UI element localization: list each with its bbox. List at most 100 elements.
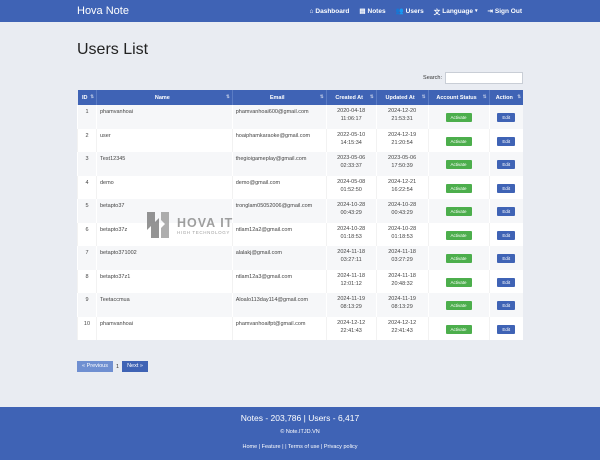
nav-sign-out[interactable]: ⇥ Sign Out bbox=[487, 7, 522, 16]
users-table: ID ⇅ Name ⇅ Email ⇅ Created At ⇅ Updated At ⇅… bbox=[77, 90, 523, 340]
cell-id: 10 bbox=[77, 316, 97, 340]
cell-created: 2024-10-28 00:43:29 bbox=[325, 199, 377, 223]
footer-stats: Notes - 203,786 | Users - 6,417 bbox=[240, 413, 360, 423]
cell-id: 9 bbox=[77, 293, 97, 317]
table-row: 10 phamvanhoai phamvanhoaifpt@gmail.com … bbox=[77, 316, 523, 340]
cell-created: 2024-11-18 03:27:11 bbox=[325, 246, 377, 270]
search-label: Search: bbox=[423, 75, 442, 81]
cell-name: user bbox=[95, 128, 233, 152]
cell-id: 6 bbox=[77, 222, 97, 246]
activate-button[interactable]: Activate bbox=[445, 113, 472, 123]
nav-language-dropdown[interactable]: 文 Language ▾ bbox=[433, 6, 478, 17]
table-row: 7 betapto371002 alalakj@gmail.com 2024-1… bbox=[77, 246, 523, 270]
col-header-updated[interactable]: Updated At ⇅ bbox=[375, 90, 429, 105]
cell-updated: 2024-12-12 22:41:43 bbox=[375, 316, 429, 340]
main-content: Users List Search: ID ⇅ Name ⇅ Email ⇅ Crea… bbox=[77, 22, 523, 372]
cell-status: Activate bbox=[427, 222, 489, 246]
cell-action: Edit bbox=[488, 199, 523, 223]
sort-icon: ⇅ bbox=[421, 94, 426, 99]
cell-status: Activate bbox=[427, 293, 489, 317]
pagination: « Previous 1 Next » bbox=[77, 361, 148, 372]
cell-action: Edit bbox=[488, 246, 523, 270]
search-input[interactable] bbox=[445, 72, 523, 84]
chevron-down-icon: ▾ bbox=[474, 8, 478, 14]
edit-button[interactable]: Edit bbox=[497, 136, 516, 146]
nav-users-label: Users bbox=[405, 7, 424, 15]
col-header-id[interactable]: ID ⇅ bbox=[77, 90, 97, 105]
col-header-action[interactable]: Action ⇅ bbox=[488, 90, 523, 105]
sort-icon: ⇅ bbox=[319, 94, 324, 99]
activate-button[interactable]: Activate bbox=[445, 230, 472, 240]
table-header-row: ID ⇅ Name ⇅ Email ⇅ Created At ⇅ Updated At ⇅… bbox=[77, 90, 523, 105]
watermark-subtitle: HIGH TECHNOLOGY bbox=[177, 229, 230, 235]
activate-button[interactable]: Activate bbox=[445, 301, 472, 311]
edit-button[interactable]: Edit bbox=[497, 230, 516, 240]
cell-updated: 2024-12-19 21:20:54 bbox=[375, 128, 429, 152]
edit-button[interactable]: Edit bbox=[497, 113, 516, 123]
cell-id: 2 bbox=[77, 128, 97, 152]
language-icon: 文 bbox=[433, 9, 441, 16]
table-row: 2 user hoaiphamkaraoke@gmail.com 2022-05… bbox=[77, 128, 523, 152]
cell-status: Activate bbox=[427, 152, 489, 176]
cell-updated: 2023-05-06 17:50:39 bbox=[375, 152, 429, 176]
nav-dashboard[interactable]: ⌂ Dashboard bbox=[309, 8, 349, 15]
nav-menu: ⌂ Dashboard ▤ Notes 👥 Users 文 Language ▾… bbox=[299, 6, 600, 17]
edit-button[interactable]: Edit bbox=[497, 324, 516, 334]
activate-button[interactable]: Activate bbox=[445, 277, 472, 287]
edit-button[interactable]: Edit bbox=[497, 207, 516, 217]
cell-name: betapto37z1 bbox=[95, 269, 233, 293]
top-navbar: Hova Note ⌂ Dashboard ▤ Notes 👥 Users 文 … bbox=[0, 0, 600, 22]
edit-button[interactable]: Edit bbox=[497, 301, 516, 311]
cell-status: Activate bbox=[427, 128, 489, 152]
hova-it-watermark: HOVA IT HIGH TECHNOLOGY bbox=[145, 210, 233, 240]
current-page-number[interactable]: 1 bbox=[116, 364, 119, 370]
previous-page-button[interactable]: « Previous bbox=[77, 361, 113, 372]
edit-button[interactable]: Edit bbox=[497, 254, 516, 264]
sort-icon: ⇅ bbox=[90, 94, 94, 99]
activate-button[interactable]: Activate bbox=[445, 254, 472, 264]
cell-action: Edit bbox=[488, 128, 523, 152]
edit-button[interactable]: Edit bbox=[497, 160, 516, 170]
activate-button[interactable]: Activate bbox=[445, 324, 472, 334]
table-row: 3 Test12345 thegioigameplay@gmail.com 20… bbox=[77, 152, 523, 176]
cell-status: Activate bbox=[427, 199, 489, 223]
cell-created: 2020-04-18 11:06:17 bbox=[325, 105, 377, 129]
col-header-status[interactable]: Account Status ⇅ bbox=[427, 90, 489, 105]
cell-email: hoaiphamkaraoke@gmail.com bbox=[231, 128, 327, 152]
activate-button[interactable]: Activate bbox=[445, 207, 472, 217]
cell-email: alalakj@gmail.com bbox=[231, 246, 327, 270]
cell-created: 2024-10-28 01:18:53 bbox=[325, 222, 377, 246]
watermark-title: HOVA IT bbox=[177, 215, 234, 230]
edit-button[interactable]: Edit bbox=[497, 183, 516, 193]
table-row: 9 Teetaccmua Aloalo113day114@gmail.com 2… bbox=[77, 293, 523, 317]
nav-users[interactable]: 👥 Users bbox=[396, 7, 424, 16]
signout-icon: ⇥ bbox=[487, 8, 493, 15]
cell-status: Activate bbox=[427, 269, 489, 293]
activate-button[interactable]: Activate bbox=[445, 160, 472, 170]
cell-email: tronglam05052006@gmail.com bbox=[231, 199, 327, 223]
sort-icon: ⇅ bbox=[482, 94, 487, 99]
cell-created: 2023-05-06 02:33:37 bbox=[325, 152, 377, 176]
cell-action: Edit bbox=[488, 293, 523, 317]
cell-updated: 2024-11-18 20:48:32 bbox=[375, 269, 429, 293]
next-page-button[interactable]: Next » bbox=[122, 361, 148, 372]
cell-status: Activate bbox=[427, 316, 489, 340]
col-header-name[interactable]: Name ⇅ bbox=[95, 90, 233, 105]
col-header-email[interactable]: Email ⇅ bbox=[231, 90, 327, 105]
cell-status: Activate bbox=[427, 175, 489, 199]
cell-status: Activate bbox=[427, 246, 489, 270]
cell-updated: 2024-11-19 08:13:29 bbox=[375, 293, 429, 317]
cell-action: Edit bbox=[488, 269, 523, 293]
cell-email: phamvanhoai600@gmail.com bbox=[231, 105, 327, 129]
activate-button[interactable]: Activate bbox=[445, 136, 472, 146]
edit-button[interactable]: Edit bbox=[497, 277, 516, 287]
activate-button[interactable]: Activate bbox=[445, 183, 472, 193]
nav-notes[interactable]: ▤ Notes bbox=[359, 7, 385, 16]
nav-language-label: Language bbox=[442, 7, 473, 15]
col-header-created[interactable]: Created At ⇅ bbox=[325, 90, 377, 105]
footer-links[interactable]: Home | Feature | | Terms of use | Privac… bbox=[0, 444, 600, 450]
cell-created: 2022-05-10 14:15:34 bbox=[325, 128, 377, 152]
brand-logo-text[interactable]: Hova Note bbox=[77, 5, 129, 17]
cell-email: demo@gmail.com bbox=[231, 175, 327, 199]
cell-email: ntlam12a3@gmail.com bbox=[231, 269, 327, 293]
